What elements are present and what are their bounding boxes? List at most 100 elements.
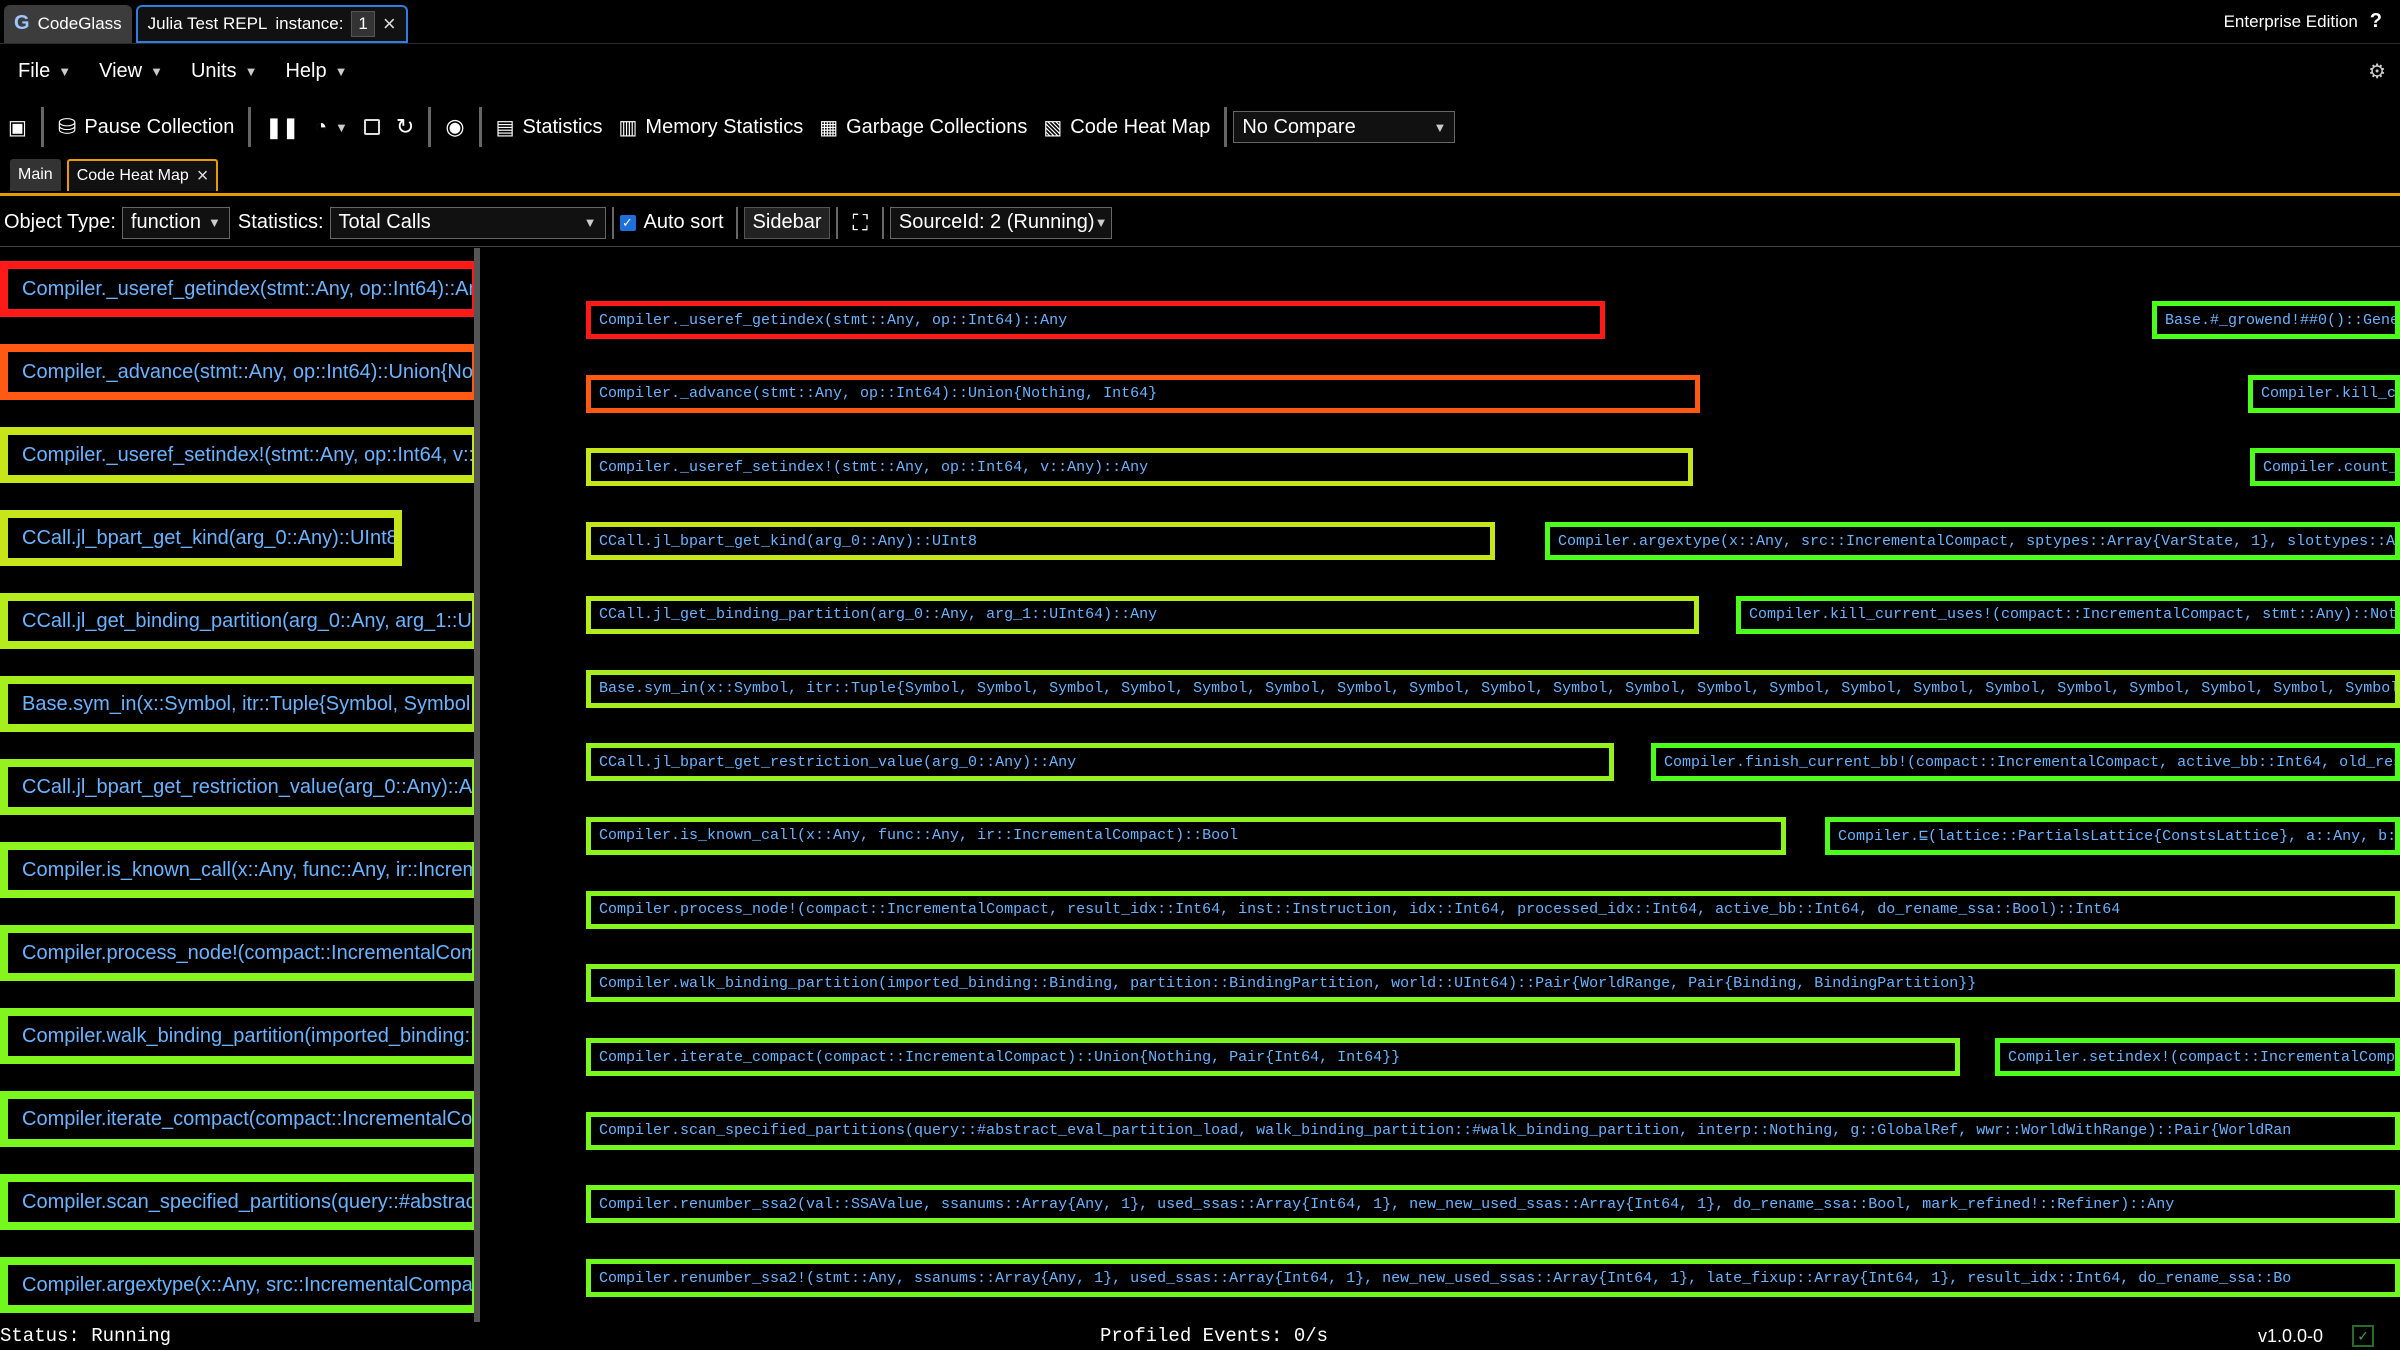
toolbar-separator [40, 107, 44, 147]
auto-sort-checkbox[interactable]: ✓ [619, 214, 636, 231]
heat-map-function-box[interactable]: Compiler.argextype(x::Any, src::Incremen… [1545, 522, 2400, 561]
close-tab-icon[interactable]: × [383, 12, 396, 35]
code-heat-map-button[interactable]: ▧ Code Heat Map [1035, 105, 1218, 149]
statistics-button[interactable]: ▤ Statistics [488, 105, 611, 149]
auto-sort-label: Auto sort [643, 211, 724, 233]
chevron-down-icon: ▼ [208, 215, 221, 230]
close-tab-icon[interactable]: × [197, 166, 209, 186]
object-type-value: function [130, 211, 201, 233]
heat-map-function-box[interactable]: Compiler.kill_current_uses!(compact::Inc… [1736, 595, 2400, 634]
function-sidebar[interactable]: Compiler._useref_getindex(stmt::Any, op:… [0, 248, 480, 1322]
sidebar-function-item[interactable]: Compiler.scan_specified_partitions(query… [0, 1174, 474, 1230]
record-button[interactable]: ◉ [437, 105, 472, 149]
heat-map-function-box[interactable]: Compiler.scan_specified_partitions(query… [586, 1111, 2400, 1150]
source-select[interactable]: SourceId: 2 (Running) ▼ [889, 206, 1112, 239]
settings-gear-icon[interactable]: ⚙ [2368, 59, 2386, 84]
statistics-select[interactable]: Total Calls ▼ [329, 206, 606, 239]
heat-map-function-box[interactable]: Base.sym_in(x::Symbol, itr::Tuple{Symbol… [586, 669, 2400, 708]
stop-icon [363, 119, 380, 135]
garbage-collections-label: Garbage Collections [846, 115, 1028, 138]
app-title: CodeGlass [37, 13, 122, 33]
heat-map-function-box[interactable]: Compiler._advance(stmt::Any, op::Int64):… [586, 374, 1700, 413]
menu-view[interactable]: View ▼ [99, 60, 163, 83]
instance-label: instance: [275, 13, 344, 33]
sidebar-function-item[interactable]: Compiler.walk_binding_partition(imported… [0, 1008, 474, 1064]
source-select-value: SourceId: 2 (Running) [898, 211, 1095, 233]
sidebar-function-item[interactable]: CCall.jl_bpart_get_restriction_value(arg… [0, 759, 474, 815]
sidebar-function-item[interactable]: Compiler._useref_getindex(stmt::Any, op:… [0, 261, 474, 317]
menu-file-label: File [18, 59, 51, 82]
heat-map-function-box[interactable]: Compiler.is_known_call(x::Any, func::Any… [586, 816, 1786, 855]
chevron-down-icon: ▼ [1433, 119, 1447, 135]
code-heat-map[interactable]: Compiler._useref_getindex(stmt::Any, op:… [486, 248, 2400, 1322]
heat-map-function-box[interactable]: Compiler.walk_binding_partition(imported… [586, 964, 2400, 1003]
sidebar-function-item[interactable]: Compiler.argextype(x::Any, src::Incremen… [0, 1257, 474, 1313]
stop-button[interactable] [356, 105, 388, 149]
sidebar-function-item[interactable]: CCall.jl_bpart_get_kind(arg_0::Any)::UIn… [0, 510, 402, 566]
tab-main[interactable]: Main [10, 158, 61, 191]
sidebar-function-item[interactable]: Compiler.is_known_call(x::Any, func::Any… [0, 842, 474, 898]
filter-separator [735, 206, 738, 239]
snapshot-dropdown-button[interactable]: ◔ ▼ [307, 105, 356, 149]
chevron-down-icon: ▼ [1094, 215, 1108, 230]
menu-file[interactable]: File ▼ [18, 60, 71, 83]
save-icon: ▣ [8, 116, 27, 139]
edition-label: Enterprise Edition [2223, 11, 2358, 31]
memory-statistics-button[interactable]: ▥ Memory Statistics [611, 105, 812, 149]
reset-button[interactable]: ↻ [388, 105, 422, 149]
help-icon[interactable]: ? [2370, 10, 2382, 33]
toolbar-separator [428, 107, 432, 147]
heat-map-function-box[interactable]: Compiler._useref_getindex(stmt::Any, op:… [586, 301, 1605, 339]
menu-bar: File ▼ View ▼ Units ▼ Help ▼ ⚙ [0, 44, 2400, 98]
tab-code-heat-map[interactable]: Code Heat Map × [66, 158, 219, 191]
heat-map-function-box[interactable]: CCall.jl_bpart_get_kind(arg_0::Any)::UIn… [586, 522, 1495, 561]
heat-map-function-box[interactable]: Compiler.setindex!(compact::IncrementalC… [1995, 1038, 2400, 1076]
sidebar-function-item[interactable]: Base.sym_in(x::Symbol, itr::Tuple{Symbol… [0, 676, 474, 732]
heat-map-function-box[interactable]: Base.#_growend!##0()::GenericMemoryRef{S… [2152, 301, 2400, 339]
version-text: v1.0.0-0 [2258, 1326, 2324, 1346]
heat-map-function-box[interactable]: Compiler.⊑(lattice::PartialsLattice{Cons… [1825, 816, 2400, 855]
object-type-label: Object Type: [4, 211, 116, 233]
instance-value[interactable]: 1 [351, 10, 375, 37]
heat-map-function-box[interactable]: Compiler._useref_setindex!(stmt::Any, op… [586, 448, 1693, 487]
heat-map-function-box[interactable]: Compiler.finish_current_bb!(compact::Inc… [1651, 743, 2400, 782]
save-button[interactable]: ▣ [0, 105, 35, 149]
repl-tab-label: Julia Test REPL [147, 13, 268, 33]
sidebar-function-item[interactable]: CCall.jl_get_binding_partition(arg_0::An… [0, 593, 474, 649]
sidebar-function-item[interactable]: Compiler._useref_setindex!(stmt::Any, op… [0, 427, 474, 483]
menu-help[interactable]: Help ▼ [285, 60, 347, 83]
sidebar-function-item[interactable]: Compiler.process_node!(compact::Incremen… [0, 925, 474, 981]
app-tab[interactable]: G CodeGlass [4, 4, 132, 43]
heat-map-function-box[interactable]: CCall.jl_bpart_get_restriction_value(arg… [586, 743, 1614, 782]
toolbar-separator [1224, 107, 1228, 147]
sidebar-function-item[interactable]: Compiler.iterate_compact(compact::Increm… [0, 1091, 474, 1147]
status-ok-icon: ✓ [2352, 1325, 2374, 1347]
heat-map-function-box[interactable]: Compiler.iterate_compact(compact::Increm… [586, 1038, 1960, 1076]
heat-map-function-box[interactable]: Compiler.kill_current_use!(compact::Incr… [2248, 374, 2400, 413]
repl-window-tab[interactable]: Julia Test REPL instance: 1 × [135, 4, 408, 43]
toolbar: ▣ ⛁ Pause Collection ❚❚ ◔ ▼ ↻ ◉ ▤ Statisti… [0, 98, 2400, 156]
sidebar-function-item[interactable]: Compiler._advance(stmt::Any, op::Int64):… [0, 344, 474, 400]
object-type-select[interactable]: function ▼ [121, 206, 230, 239]
toolbar-separator [478, 107, 482, 147]
compare-select[interactable]: No Compare ▼ [1233, 111, 1456, 143]
code-heat-map-label: Code Heat Map [1070, 115, 1211, 138]
pause-collection-button[interactable]: ⛁ Pause Collection [50, 105, 243, 149]
heat-map-function-box[interactable]: Compiler.count_added_node!(compact::Incr… [2250, 448, 2400, 487]
heat-map-function-box[interactable]: Compiler.renumber_ssa2!(stmt::Any, ssanu… [586, 1259, 2400, 1298]
garbage-icon: ▦ [819, 116, 839, 139]
status-text: Status: Running [0, 1325, 172, 1347]
heat-map-function-box[interactable]: Compiler.process_node!(compact::Incremen… [586, 890, 2400, 929]
toolbar-separator [248, 107, 252, 147]
filter-separator [881, 206, 884, 239]
sidebar-toggle-button[interactable]: Sidebar [743, 206, 831, 239]
menu-units[interactable]: Units ▼ [191, 60, 257, 83]
codeglass-logo-icon: G [14, 12, 30, 34]
memory-statistics-label: Memory Statistics [645, 115, 804, 138]
heat-map-function-box[interactable]: Compiler.renumber_ssa2(val::SSAValue, ss… [586, 1185, 2400, 1224]
pause-button[interactable]: ❚❚ [257, 105, 307, 149]
fit-view-button[interactable]: ⛶ [844, 201, 875, 245]
heat-map-function-box[interactable]: CCall.jl_get_binding_partition(arg_0::An… [586, 595, 1699, 634]
profiled-events-text: Profiled Events: 0/s [1100, 1325, 1329, 1347]
garbage-collections-button[interactable]: ▦ Garbage Collections [811, 105, 1035, 149]
